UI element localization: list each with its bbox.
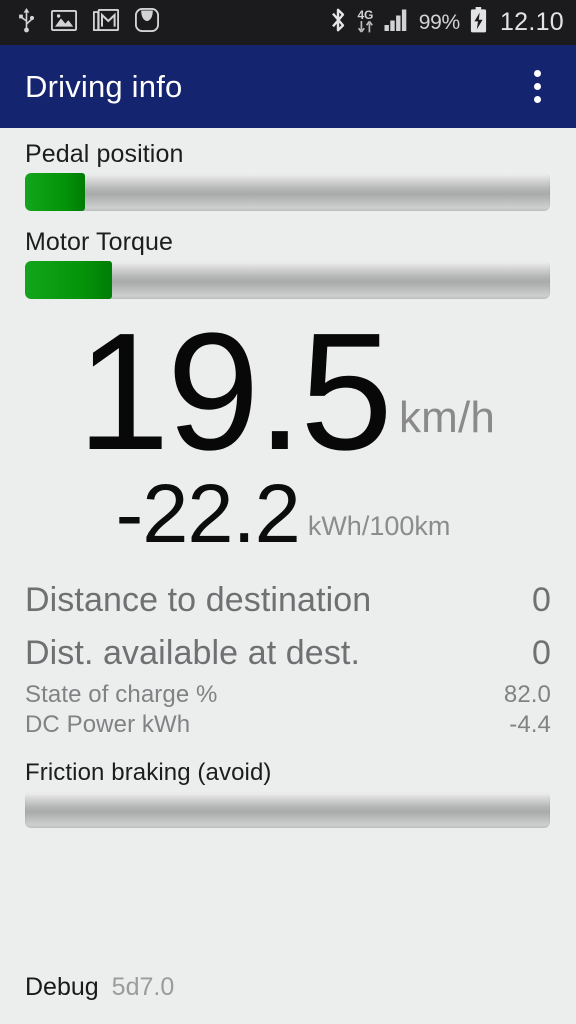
- friction-braking-meter: Friction braking (avoid): [25, 759, 551, 829]
- data-row-label: State of charge %: [25, 680, 218, 708]
- debug-footer: Debug 5d7.0: [25, 973, 174, 1002]
- galaxy-apps-label: Galaxy: [140, 21, 154, 26]
- overflow-dot: [533, 83, 541, 90]
- debug-label: Debug: [25, 973, 99, 1001]
- app-bar: Driving info: [0, 45, 576, 128]
- mail-icon: [92, 8, 120, 36]
- gallery-image-icon: [50, 9, 78, 36]
- speed-unit: km/h: [398, 392, 496, 442]
- bluetooth-icon: [329, 7, 347, 38]
- data-row-label: DC Power kWh: [25, 711, 191, 739]
- data-row-label: Distance to destination: [25, 581, 372, 620]
- consumption-unit: kWh/100km: [307, 511, 451, 542]
- overflow-dot: [533, 96, 541, 103]
- data-row: DC Power kWh -4.4: [25, 710, 551, 741]
- consumption-display: -22.2 kWh/100km: [25, 466, 551, 560]
- friction-braking-label: Friction braking (avoid): [25, 759, 272, 787]
- data-row: Dist. available at dest. 0: [25, 627, 551, 680]
- driving-data-list: Distance to destination 0 Dist. available …: [25, 574, 551, 741]
- pedal-position-meter: Pedal position: [25, 140, 551, 211]
- data-row-label: Dist. available at dest.: [25, 633, 361, 672]
- data-transfer-arrows-icon: [357, 20, 374, 37]
- network-type-indicator: 4G: [357, 9, 374, 37]
- pedal-position-bar-fill: [25, 173, 86, 211]
- speed-display: 19.5 km/h: [25, 299, 551, 485]
- motor-torque-bar-fill: [25, 261, 113, 299]
- status-bar-clock: 12.10: [499, 8, 564, 36]
- status-bar-left-icons: Galaxy: [18, 7, 160, 38]
- data-row-value: 0: [531, 633, 551, 672]
- motor-torque-label: Motor Torque: [25, 228, 174, 256]
- overflow-menu-icon[interactable]: [520, 66, 554, 108]
- status-bar: Galaxy 4G 99% 12.10: [0, 0, 576, 45]
- motor-torque-meter: Motor Torque: [25, 228, 551, 299]
- overflow-dot: [533, 70, 541, 77]
- battery-charging-icon: [470, 7, 487, 38]
- data-row-value: 82.0: [503, 680, 551, 708]
- pedal-position-label: Pedal position: [25, 140, 184, 168]
- consumption-value: -22.2: [115, 466, 301, 560]
- page-title: Driving info: [25, 68, 183, 104]
- debug-version-value: 5d7.0: [111, 973, 175, 1001]
- data-row: Distance to destination 0: [25, 574, 551, 627]
- main-content: Pedal position Motor Torque 19.5 km/h -2…: [0, 128, 576, 1024]
- usb-icon: [18, 7, 35, 38]
- motor-torque-bar: [25, 261, 550, 299]
- signal-bars-icon: [384, 9, 409, 36]
- network-type-label: 4G: [357, 7, 374, 22]
- battery-percent-label: 99%: [418, 10, 460, 34]
- speed-value: 19.5: [76, 299, 393, 485]
- galaxy-apps-icon: Galaxy: [134, 7, 160, 37]
- friction-braking-bar: [25, 792, 550, 829]
- pedal-position-bar: [25, 173, 550, 211]
- status-bar-right-icons: 4G 99% 12.10: [329, 7, 564, 38]
- data-row-value: 0: [531, 581, 551, 620]
- data-row-value: -4.4: [509, 711, 551, 739]
- data-row: State of charge % 82.0: [25, 680, 551, 711]
